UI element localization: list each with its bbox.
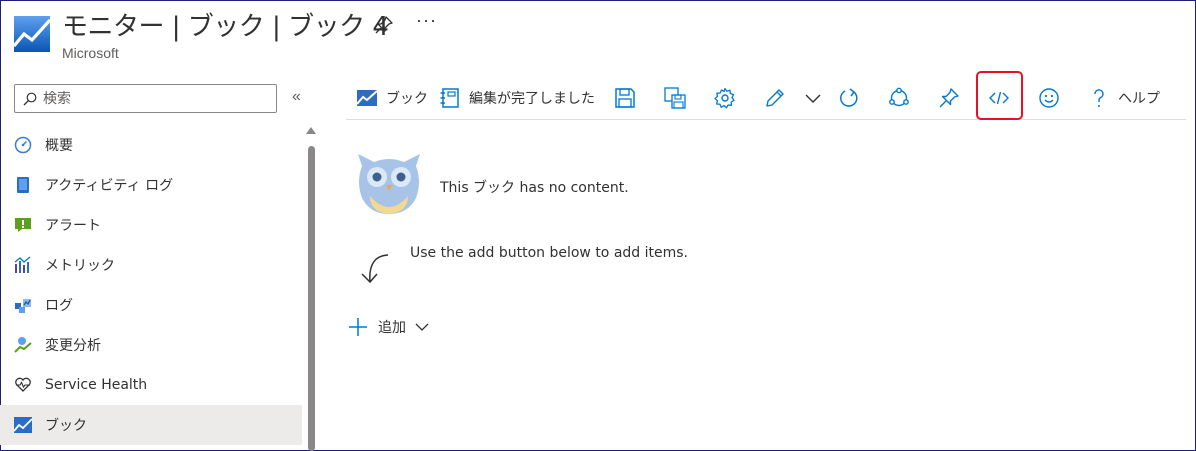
- feedback-button[interactable]: [1038, 84, 1060, 112]
- sidebar-item-label: ログ: [45, 298, 73, 314]
- done-editing-button[interactable]: 編集が完了しました: [439, 84, 595, 112]
- chevron-down-icon: [805, 94, 821, 103]
- workbook-button-label: ブック: [386, 91, 428, 107]
- save-as-button[interactable]: [664, 84, 686, 112]
- refresh-button[interactable]: [838, 84, 860, 112]
- sidebar-item-metrics[interactable]: メトリック: [0, 245, 302, 285]
- edit-button[interactable]: [764, 84, 786, 112]
- sidebar-item-workbooks[interactable]: ブック: [0, 405, 302, 445]
- more-options-button[interactable]: ···: [416, 10, 437, 31]
- curved-arrow-icon: [361, 254, 389, 284]
- workbook-button[interactable]: ブック: [356, 84, 428, 112]
- command-bar: ブック 編集が完了しました ヘルプ: [346, 76, 1186, 120]
- collapse-sidebar-button[interactable]: «: [292, 88, 301, 106]
- sidebar-item-service-health[interactable]: Service Health: [0, 365, 302, 405]
- workbook-icon: [14, 416, 32, 434]
- plus-icon: [349, 318, 367, 336]
- sidebar-item-label: アラート: [45, 218, 101, 234]
- refresh-icon: [840, 88, 858, 107]
- page-subtitle: Microsoft: [62, 45, 119, 61]
- share-icon: [889, 87, 909, 107]
- save-icon: [615, 88, 635, 108]
- sidebar-item-label: アクティビティ ログ: [45, 178, 174, 194]
- scroll-up-arrow-icon[interactable]: [306, 127, 316, 134]
- highlight-box: [976, 71, 1023, 120]
- gauge-icon: [14, 136, 32, 154]
- sidebar-item-overview[interactable]: 概要: [0, 125, 302, 165]
- sidebar-item-change-analysis[interactable]: 変更分析: [0, 325, 302, 365]
- heart-icon: [14, 376, 32, 394]
- pin-button[interactable]: [938, 84, 960, 112]
- sidebar-item-label: メトリック: [45, 258, 115, 274]
- sidebar-item-label: ブック: [45, 418, 87, 434]
- sidebar-item-label: 概要: [45, 138, 73, 154]
- add-button-label: 追加: [378, 320, 406, 336]
- edit-dropdown-button[interactable]: [802, 84, 824, 112]
- save-as-icon: [664, 87, 686, 109]
- metrics-icon: [14, 256, 32, 274]
- add-hint-text: Use the add button below to add items.: [410, 245, 688, 261]
- change-analysis-icon: [14, 336, 32, 354]
- done-editing-label: 編集が完了しました: [469, 91, 595, 107]
- sidebar-item-label: Service Health: [45, 377, 148, 393]
- sidebar-nav: 概要 アクティビティ ログ アラート メトリック ログ 変更分析 Service…: [0, 125, 302, 445]
- gear-icon: [714, 87, 735, 109]
- search-input[interactable]: [43, 90, 263, 107]
- pencil-icon: [766, 89, 784, 107]
- settings-button[interactable]: [714, 84, 736, 112]
- save-button[interactable]: [614, 84, 636, 112]
- sidebar-item-alerts[interactable]: アラート: [0, 205, 302, 245]
- workbook-logo-icon: [14, 16, 50, 52]
- search-box[interactable]: [14, 84, 277, 113]
- search-icon: [23, 92, 37, 105]
- sidebar-item-label: 変更分析: [45, 338, 101, 354]
- notebook-icon: [440, 88, 459, 108]
- help-label: ヘルプ: [1118, 91, 1160, 107]
- alert-icon: [14, 216, 32, 234]
- add-button[interactable]: 追加: [348, 315, 430, 339]
- pin-icon[interactable]: [374, 15, 394, 35]
- pin-icon: [939, 88, 959, 108]
- owl-illustration-icon: [358, 154, 420, 214]
- activity-log-icon: [14, 176, 32, 194]
- sidebar-item-logs[interactable]: ログ: [0, 285, 302, 325]
- chevron-down-icon: [415, 323, 429, 331]
- help-button[interactable]: ヘルプ: [1088, 84, 1160, 112]
- sidebar-item-activity-log[interactable]: アクティビティ ログ: [0, 165, 302, 205]
- smiley-icon: [1039, 88, 1059, 108]
- sidebar-scrollbar[interactable]: [308, 146, 315, 451]
- question-icon: [1094, 89, 1104, 107]
- share-button[interactable]: [888, 84, 910, 112]
- workbook-icon: [356, 90, 378, 106]
- empty-state-message: This ブック has no content.: [440, 180, 629, 196]
- logs-icon: [14, 296, 32, 314]
- page-title: モニター | ブック | ブック 4: [62, 12, 389, 42]
